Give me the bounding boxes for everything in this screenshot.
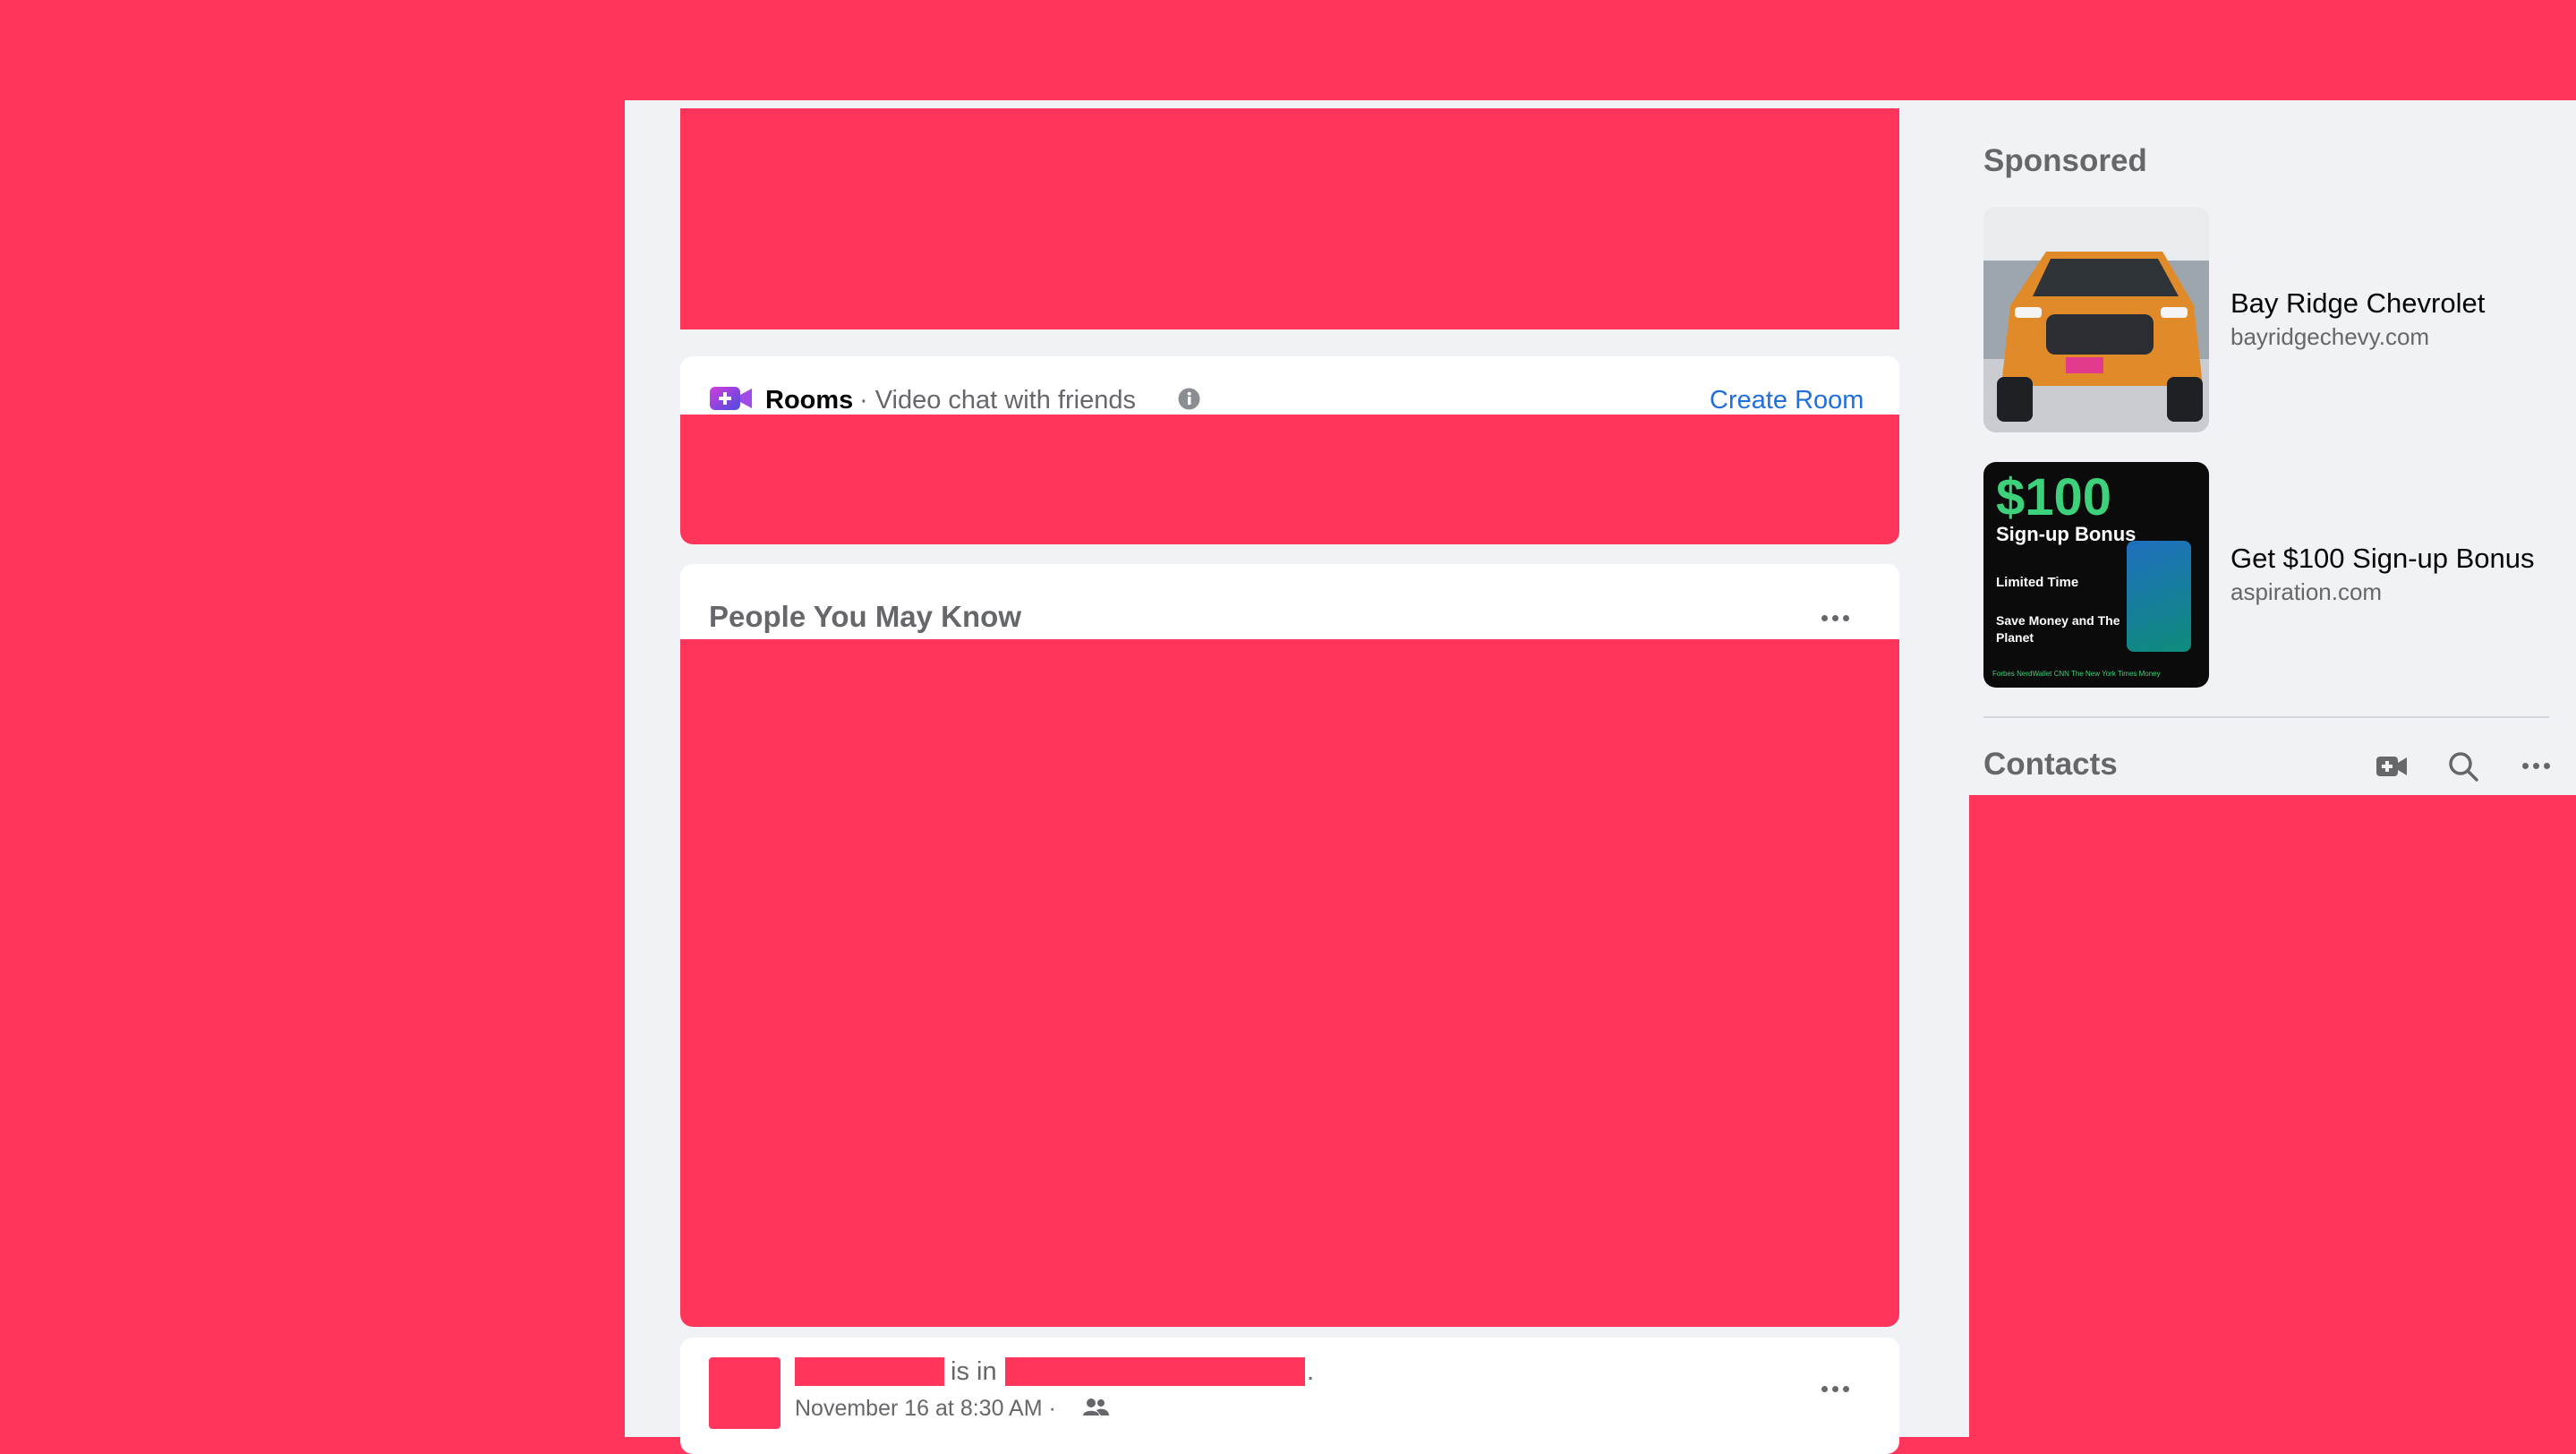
card-graphic [2127,541,2191,652]
info-icon[interactable] [1178,388,1200,410]
redacted-contacts-list [1969,795,2576,1437]
sponsored-ad-1[interactable]: Bay Ridge Chevrolet bayridgechevy.com [1983,207,2556,432]
redacted-location[interactable] [1005,1357,1305,1386]
ad-save: Save Money and The Planet [1996,613,2120,645]
sponsored-ad-2[interactable]: $100 Sign-up Bonus Limited Time Save Mon… [1983,462,2556,688]
rooms-subtitle: · Video chat with friends [859,386,1136,415]
post-period: . [1307,1357,1315,1386]
people-you-may-know-card: People You May Know [680,564,1899,1327]
redacted-suggestions [680,639,1899,1327]
new-room-icon[interactable] [2376,754,2408,779]
ad-1-domain: bayridgechevy.com [2231,323,2430,350]
ad-amount: $100 [1996,468,2112,526]
create-room-link[interactable]: Create Room [1710,386,1864,415]
more-horizontal-icon[interactable] [1821,1386,1849,1392]
divider [1983,716,2549,718]
more-horizontal-icon[interactable] [2522,763,2550,769]
video-camera-plus-icon[interactable] [709,385,754,412]
rooms-title[interactable]: Rooms [765,386,853,415]
ad-1-title[interactable]: Bay Ridge Chevrolet [2231,287,2485,320]
redacted-author-name[interactable] [795,1357,944,1386]
redacted-avatar[interactable] [709,1357,780,1429]
ad-bonus: Sign-up Bonus [1996,523,2137,545]
sponsored-title: Sponsored [1983,143,2147,178]
post-timestamp[interactable]: November 16 at 8:30 AM · [795,1396,1056,1422]
ad-press-logos: Forbes NerdWallet CNN The New York Times… [1992,670,2161,678]
friends-icon [1083,1398,1109,1416]
ad-2-title[interactable]: Get $100 Sign-up Bonus [2231,543,2535,575]
ad-limited: Limited Time [1996,575,2079,590]
orange-suv-image[interactable] [1983,207,2209,432]
redacted-rooms-strip [680,415,1899,544]
rooms-card: Rooms · Video chat with friends Create R… [680,356,1899,544]
aspiration-card-ad[interactable]: $100 Sign-up Bonus Limited Time Save Mon… [1983,462,2209,688]
contacts-title: Contacts [1983,747,2118,782]
pymk-title: People You May Know [709,600,1021,633]
post-connector: is in [951,1357,997,1386]
ad-2-domain: aspiration.com [2231,578,2383,605]
search-icon[interactable] [2447,750,2479,783]
more-horizontal-icon[interactable] [1821,615,1849,621]
redacted-stories [680,108,1899,329]
